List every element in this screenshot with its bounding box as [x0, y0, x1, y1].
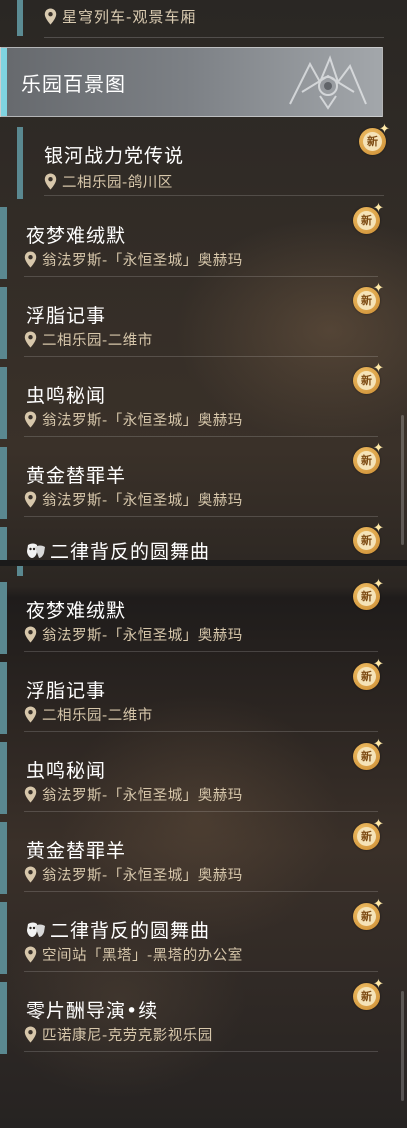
mission-location: 匹诺康尼-克劳克影视乐园	[42, 1028, 213, 1044]
location-pin-icon	[24, 786, 37, 803]
divider	[24, 971, 378, 972]
divider	[44, 195, 384, 196]
new-badge-icon: 新 ✦	[353, 818, 385, 850]
location-pin-icon	[44, 173, 57, 190]
location-pin-icon	[24, 706, 37, 723]
entry-accent-bar	[0, 527, 7, 560]
new-badge-icon: 新 ✦	[359, 123, 391, 155]
mission-entry[interactable]: 零片酬导演•续 匹诺康尼-克劳克影视乐园 新 ✦	[0, 978, 407, 1062]
mission-name: 黄金替罪羊	[26, 465, 127, 487]
mission-name: 二律背反的圆舞曲	[26, 916, 210, 943]
scrollbar[interactable]	[401, 991, 404, 1101]
mission-name: 浮脂记事	[26, 305, 107, 327]
location-pin-icon	[24, 411, 37, 428]
new-badge-icon: 新 ✦	[353, 898, 385, 930]
mission-entry[interactable]: 黄金替罪羊 翁法罗斯-「永恒圣城」奥赫玛 新 ✦	[0, 442, 407, 527]
mission-location: 翁法罗斯-「永恒圣城」奥赫玛	[42, 868, 243, 884]
location-pin-icon	[24, 491, 37, 508]
divider	[44, 37, 384, 38]
new-badge-icon: 新 ✦	[353, 202, 385, 234]
new-badge-icon: 新 ✦	[353, 658, 385, 690]
mission-location: 翁法罗斯-「永恒圣城」奥赫玛	[42, 788, 243, 804]
mission-entry[interactable]: 夜梦难绒默 翁法罗斯-「永恒圣城」奥赫玛 新 ✦	[0, 202, 407, 287]
scrollbar[interactable]	[401, 415, 404, 545]
divider	[24, 731, 378, 732]
mission-entry[interactable]: 黄金替罪羊 翁法罗斯-「永恒圣城」奥赫玛 新 ✦	[0, 818, 407, 902]
mission-location: 二相乐园-鸽川区	[62, 175, 173, 191]
location-text: 星穹列车-观景车厢	[62, 8, 197, 26]
mission-entry[interactable]: 二律背反的圆舞曲 空间站「黑塔」-黑塔的办公室 新 ✦	[0, 898, 407, 982]
theater-mask-icon	[27, 543, 45, 558]
entry-accent-bar	[0, 367, 7, 439]
location-pin-icon	[24, 251, 37, 268]
mission-entry[interactable]: 浮脂记事 二相乐园-二维市 新 ✦	[0, 282, 407, 367]
mission-entry[interactable]: 二律背反的圆舞曲 新 ✦	[0, 522, 407, 560]
entry-accent-bar	[0, 902, 7, 974]
mission-entry[interactable]: 浮脂记事 二相乐园-二维市 新 ✦	[0, 658, 407, 742]
category-title: 乐园百景图	[21, 72, 126, 96]
mission-list-top: 星穹列车-观景车厢 乐园百景图 银河战力党传说 二相乐园-鸽川区 新 ✦ 夜梦难…	[0, 0, 407, 560]
mission-entry[interactable]: 银河战力党传说 二相乐园-鸽川区 新 ✦	[0, 123, 407, 207]
location-pin-icon	[24, 1026, 37, 1043]
mission-location: 翁法罗斯-「永恒圣城」奥赫玛	[42, 413, 243, 429]
mission-name: 二律背反的圆舞曲	[26, 537, 210, 560]
new-badge-icon: 新 ✦	[353, 978, 385, 1010]
mission-name: 虫鸣秘闻	[26, 385, 107, 407]
entry-accent-bar	[0, 207, 7, 279]
entry-accent-bar	[17, 566, 23, 576]
mission-location: 二相乐园-二维市	[42, 708, 153, 724]
divider	[24, 891, 378, 892]
mission-list-bottom: 夜梦难绒默 翁法罗斯-「永恒圣城」奥赫玛 新 ✦ 浮脂记事 二相乐园-二维市 新 ✦…	[0, 566, 407, 1128]
entry-accent-bar	[0, 662, 7, 734]
entry-accent-bar	[0, 982, 7, 1054]
new-badge-icon: 新 ✦	[353, 522, 385, 554]
mission-entry[interactable]: 虫鸣秘闻 翁法罗斯-「永恒圣城」奥赫玛 新 ✦	[0, 738, 407, 822]
mission-location: 二相乐园-二维市	[42, 333, 153, 349]
location-pin-icon	[24, 866, 37, 883]
previous-entry-location[interactable]: 星穹列车-观景车厢	[0, 0, 407, 36]
entry-accent-bar	[0, 447, 7, 519]
location-pin-icon	[24, 946, 37, 963]
mission-location: 翁法罗斯-「永恒圣城」奥赫玛	[42, 493, 243, 509]
entry-accent-bar	[0, 287, 7, 359]
mission-entry[interactable]: 夜梦难绒默 翁法罗斯-「永恒圣城」奥赫玛 新 ✦	[0, 578, 407, 662]
divider	[24, 436, 378, 437]
mission-location: 翁法罗斯-「永恒圣城」奥赫玛	[42, 628, 243, 644]
mission-location: 空间站「黑塔」-黑塔的办公室	[42, 948, 243, 964]
new-badge-icon: 新 ✦	[353, 282, 385, 314]
mission-location: 翁法罗斯-「永恒圣城」奥赫玛	[42, 253, 243, 269]
location-pin-icon	[44, 8, 57, 25]
category-header[interactable]: 乐园百景图	[0, 47, 383, 117]
entry-accent-bar	[0, 822, 7, 894]
mission-name: 零片酬导演•续	[26, 1000, 159, 1022]
divider	[24, 356, 378, 357]
divider	[24, 811, 378, 812]
entry-accent-bar	[17, 127, 23, 199]
category-accent-bar	[1, 48, 7, 116]
theater-mask-icon	[27, 922, 45, 937]
divider	[24, 516, 378, 517]
location-pin-icon	[24, 626, 37, 643]
new-badge-icon: 新 ✦	[353, 738, 385, 770]
crest-emblem-icon	[289, 55, 367, 110]
mission-name: 黄金替罪羊	[26, 840, 127, 862]
entry-accent-bar	[0, 582, 7, 654]
divider	[24, 1051, 378, 1052]
divider	[24, 651, 378, 652]
mission-name: 浮脂记事	[26, 680, 107, 702]
new-badge-icon: 新 ✦	[353, 362, 385, 394]
mission-name: 虫鸣秘闻	[26, 760, 107, 782]
location-pin-icon	[24, 331, 37, 348]
mission-name: 银河战力党传说	[44, 145, 185, 167]
mission-name: 夜梦难绒默	[26, 600, 127, 622]
mission-entry[interactable]: 虫鸣秘闻 翁法罗斯-「永恒圣城」奥赫玛 新 ✦	[0, 362, 407, 447]
new-badge-icon: 新 ✦	[353, 442, 385, 474]
entry-accent-bar	[0, 742, 7, 814]
entry-accent-bar	[17, 0, 23, 36]
new-badge-icon: 新 ✦	[353, 578, 385, 610]
mission-name: 夜梦难绒默	[26, 225, 127, 247]
divider	[24, 276, 378, 277]
